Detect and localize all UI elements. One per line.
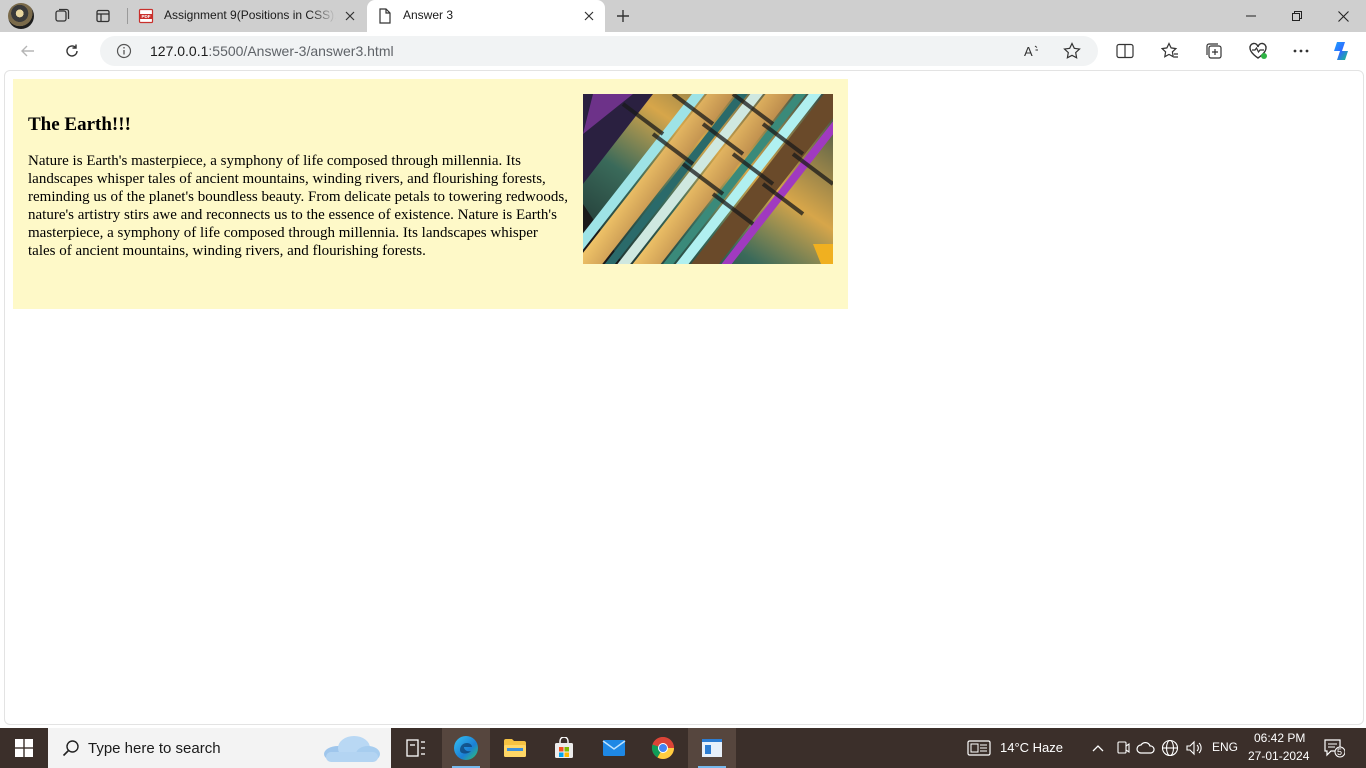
task-view-button[interactable]	[392, 728, 440, 768]
weather-text[interactable]: 14°C Haze	[1000, 740, 1063, 755]
chrome-button[interactable]	[639, 728, 687, 768]
copilot-icon[interactable]	[1331, 40, 1353, 62]
vscode-taskbar-button[interactable]	[688, 728, 736, 768]
taskbar-search[interactable]: Type here to search	[48, 728, 391, 768]
volume-icon[interactable]	[1184, 738, 1204, 758]
onedrive-cloud-icon[interactable]	[1136, 738, 1156, 758]
tab-answer-3[interactable]: Answer 3	[367, 0, 605, 32]
tab-title: Answer 3	[403, 8, 454, 22]
search-placeholder: Type here to search	[88, 740, 221, 757]
pdf-icon: PDF	[138, 8, 154, 24]
svg-text:A: A	[1024, 44, 1033, 59]
close-window-button[interactable]	[1320, 0, 1366, 32]
windows-taskbar: Type here to search 14°C Haze ENG 06:42	[0, 728, 1366, 768]
page-icon	[377, 8, 393, 24]
url-path: :5500/Answer-3/answer3.html	[208, 43, 394, 59]
url-text[interactable]: 127.0.0.1:5500/Answer-3/answer3.html	[150, 43, 394, 59]
notification-count: 5	[1337, 747, 1343, 757]
network-globe-icon[interactable]	[1160, 738, 1180, 758]
settings-more-icon[interactable]	[1290, 40, 1312, 62]
file-explorer-button[interactable]	[491, 728, 539, 768]
profile-avatar[interactable]	[8, 3, 34, 29]
favorites-icon[interactable]	[1159, 40, 1181, 62]
windows-logo-icon	[15, 739, 33, 757]
abstract-photo	[583, 94, 833, 264]
tab-strip: PDF Assignment 9(Positions in CSS).p Ans…	[0, 0, 1366, 32]
notification-center-icon[interactable]: 5	[1322, 737, 1346, 759]
edge-taskbar-button[interactable]	[442, 728, 490, 768]
workspaces-icon[interactable]	[51, 5, 73, 27]
weather-cloud-icon	[324, 736, 380, 762]
read-aloud-icon[interactable]: A	[1022, 41, 1042, 61]
clock-date[interactable]: 27-01-2024	[1248, 749, 1309, 763]
content-card: The Earth!!! Nature is Earth's masterpie…	[13, 79, 848, 309]
app-window-icon	[702, 739, 722, 757]
close-tab-icon[interactable]	[342, 8, 358, 24]
page-paragraph: Nature is Earth's masterpiece, a symphon…	[28, 153, 568, 259]
language-indicator[interactable]: ENG	[1212, 740, 1238, 754]
restore-button[interactable]	[1274, 0, 1320, 32]
collections-icon[interactable]	[1203, 40, 1225, 62]
clock-time[interactable]: 06:42 PM	[1254, 731, 1305, 745]
news-widget-icon[interactable]	[966, 738, 992, 758]
url-host: 127.0.0.1	[150, 43, 209, 59]
start-button[interactable]	[0, 728, 48, 768]
close-tab-icon[interactable]	[581, 8, 597, 24]
svg-text:PDF: PDF	[142, 14, 151, 19]
tab-actions-icon[interactable]	[92, 5, 114, 27]
favorite-star-icon[interactable]	[1062, 41, 1082, 61]
page-heading: The Earth!!!	[28, 114, 131, 135]
back-button[interactable]	[14, 37, 42, 65]
folder-icon	[504, 739, 526, 757]
store-button[interactable]	[540, 728, 588, 768]
search-icon	[62, 740, 79, 757]
new-tab-button[interactable]	[612, 5, 634, 27]
mail-button[interactable]	[590, 728, 638, 768]
address-bar[interactable]: 127.0.0.1:5500/Answer-3/answer3.html A	[100, 36, 1098, 66]
task-view-icon	[406, 739, 425, 757]
refresh-button[interactable]	[58, 37, 86, 65]
tab-assignment-pdf[interactable]: PDF Assignment 9(Positions in CSS).p	[128, 0, 366, 32]
tab-title: Assignment 9(Positions in CSS).p	[164, 8, 336, 22]
edge-icon	[454, 736, 478, 760]
store-icon	[555, 737, 573, 758]
meet-now-icon[interactable]	[1113, 738, 1133, 758]
chrome-icon	[651, 736, 674, 759]
minimize-button[interactable]	[1228, 0, 1274, 32]
chevron-up-icon[interactable]	[1088, 738, 1108, 758]
site-info-icon[interactable]	[116, 43, 132, 59]
split-screen-icon[interactable]	[1114, 40, 1136, 62]
mail-icon	[602, 740, 626, 756]
browser-toolbar: 127.0.0.1:5500/Answer-3/answer3.html A	[0, 32, 1366, 70]
browser-essentials-icon[interactable]	[1247, 40, 1269, 62]
page-viewport: The Earth!!! Nature is Earth's masterpie…	[4, 70, 1364, 725]
